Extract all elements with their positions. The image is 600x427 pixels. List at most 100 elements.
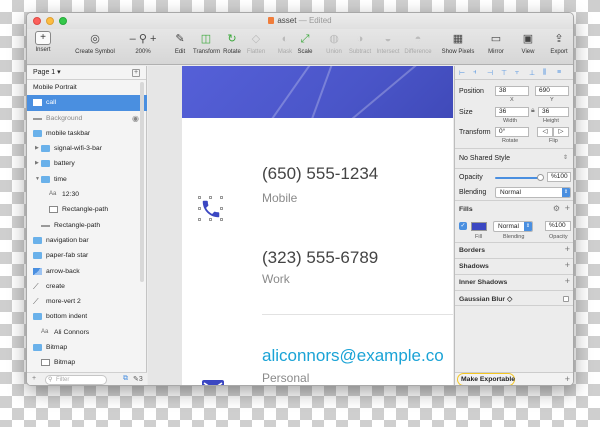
rotate-button[interactable]: ↻ Rotate: [221, 31, 243, 55]
layer-row[interactable]: ▶ signal-wifi-3-bar: [27, 141, 147, 156]
add-inner-shadow-button[interactable]: +: [565, 276, 570, 286]
canvas[interactable]: (650) 555-1234 Mobile (323) 555-6789 Wor…: [148, 66, 453, 385]
minimize-window-button[interactable]: [46, 17, 54, 25]
phone-icon[interactable]: [198, 196, 223, 221]
export-slices-icon[interactable]: ⧉: [123, 375, 128, 383]
fill-enabled-checkbox[interactable]: ✓: [459, 222, 467, 230]
align-bottom-icon[interactable]: ⊥: [529, 69, 535, 77]
align-center-icon[interactable]: ⫞: [473, 69, 477, 77]
align-top-icon[interactable]: ⊤: [501, 69, 507, 77]
selection-handle[interactable]: [198, 218, 201, 221]
shadows-section: Shadows +: [455, 258, 573, 274]
blending-dropdown[interactable]: Normal ⇕: [495, 187, 571, 198]
zoom-window-button[interactable]: [59, 17, 67, 25]
fill-color-swatch[interactable]: [471, 222, 487, 231]
flip-horizontal-button[interactable]: ◁: [537, 127, 553, 137]
layer-row[interactable]: paper-fab star: [27, 248, 147, 263]
difference-button[interactable]: ◓ Difference: [403, 31, 433, 55]
disclosure-open-icon[interactable]: ▼: [35, 172, 40, 187]
layers-scrollbar[interactable]: [140, 82, 144, 282]
layer-row[interactable]: Bitmap: [27, 355, 147, 370]
artboard-mobile-portrait[interactable]: (650) 555-1234 Mobile (323) 555-6789 Wor…: [182, 66, 453, 385]
shared-style-dropdown[interactable]: No Shared Style: [459, 155, 510, 162]
align-right-icon[interactable]: ⊣: [487, 69, 493, 77]
x-field[interactable]: 38: [495, 86, 529, 96]
layer-row[interactable]: Background ◉: [27, 111, 147, 126]
layer-row[interactable]: navigation bar: [27, 233, 147, 248]
distribute-horizontal-icon[interactable]: ⫼: [543, 69, 546, 77]
selection-handle[interactable]: [198, 196, 201, 199]
layer-row[interactable]: ▼ time: [27, 172, 147, 187]
y-field[interactable]: 690: [535, 86, 569, 96]
selection-handle[interactable]: [209, 196, 212, 199]
layer-row[interactable]: ⟋ create: [27, 279, 147, 294]
disclosure-closed-icon[interactable]: ▶: [35, 141, 39, 156]
edit-button[interactable]: ✎ Edit: [169, 31, 191, 55]
fill-opacity-field[interactable]: %100: [545, 221, 571, 231]
layer-row[interactable]: Aa Ali Connors: [27, 325, 147, 340]
flatten-button[interactable]: ◇ Flatten: [245, 31, 267, 55]
layer-label: more-vert 2: [46, 298, 81, 306]
zoom-in-button[interactable]: +: [150, 33, 156, 45]
mirror-button[interactable]: ▭ Mirror: [485, 31, 507, 55]
insert-button[interactable]: + Insert: [31, 31, 55, 53]
intersect-button[interactable]: ◒ Intersect: [375, 31, 401, 55]
add-fill-button[interactable]: +: [565, 203, 570, 213]
add-border-button[interactable]: +: [565, 244, 570, 254]
selection-handle[interactable]: [220, 218, 223, 221]
lock-ratio-icon[interactable]: 🔒︎: [531, 107, 535, 115]
layer-row[interactable]: ⟋ more-vert 2: [27, 294, 147, 309]
height-field[interactable]: 36: [538, 107, 569, 117]
slider-knob[interactable]: [537, 174, 544, 181]
fill-blend-dropdown[interactable]: Normal ⇕: [493, 221, 533, 232]
width-field[interactable]: 36: [495, 107, 529, 117]
gaussian-blur-dropdown[interactable]: Gaussian Blur ◇: [459, 295, 512, 303]
align-middle-icon[interactable]: ⫟: [515, 69, 519, 77]
page-selector[interactable]: Page 1 ▾ +: [27, 66, 146, 80]
selection-handle[interactable]: [198, 207, 201, 210]
layer-row[interactable]: Bitmap: [27, 340, 147, 355]
mask-button[interactable]: ◐ Mask: [275, 31, 295, 55]
layer-row[interactable]: Mobile Portrait: [27, 80, 147, 95]
make-exportable-button[interactable]: Make Exportable: [461, 376, 515, 383]
subtract-button[interactable]: ◑ Subtract: [347, 31, 373, 55]
flip-vertical-button[interactable]: ▷: [553, 127, 569, 137]
layer-row[interactable]: mobile taskbar: [27, 126, 147, 141]
add-export-button[interactable]: +: [565, 374, 570, 384]
selection-handle[interactable]: [220, 196, 223, 199]
align-left-icon[interactable]: ⊢: [459, 69, 465, 77]
blur-enabled-checkbox[interactable]: [563, 296, 569, 302]
add-shadow-button[interactable]: +: [565, 260, 570, 270]
zoom-control[interactable]: – ⚲ + 200%: [127, 31, 159, 55]
zoom-out-button[interactable]: –: [130, 33, 136, 45]
union-button[interactable]: ◍ Union: [323, 31, 345, 55]
create-symbol-button[interactable]: ◎ Create Symbol: [71, 31, 119, 55]
chevron-updown-icon[interactable]: ⇕: [563, 154, 568, 161]
visibility-eye-icon[interactable]: ◉: [132, 111, 139, 126]
add-page-button[interactable]: +: [132, 69, 140, 77]
selection-handle[interactable]: [220, 207, 223, 210]
rotate-field[interactable]: 0°: [495, 127, 529, 137]
layer-row[interactable]: Rectangle-path: [27, 218, 147, 233]
distribute-vertical-icon[interactable]: ≡: [557, 69, 561, 76]
show-pixels-button[interactable]: ▦ Show Pixels: [441, 31, 475, 55]
export-button[interactable]: ⇪ Export: [547, 31, 571, 55]
close-window-button[interactable]: [33, 17, 41, 25]
disclosure-closed-icon[interactable]: ▶: [35, 156, 39, 171]
layer-row[interactable]: arrow-back: [27, 264, 147, 279]
gear-icon[interactable]: ⚙: [553, 204, 560, 213]
mail-icon[interactable]: [202, 380, 224, 385]
layer-filter-input[interactable]: ⚲ Filter: [45, 375, 107, 385]
scale-button[interactable]: ⤢ Scale: [295, 31, 315, 55]
layer-row[interactable]: Rectangle-path: [27, 202, 147, 217]
layer-row[interactable]: bottom indent: [27, 309, 147, 324]
view-button[interactable]: ▣ View: [517, 31, 539, 55]
opacity-field[interactable]: %100: [547, 172, 571, 182]
selection-handle[interactable]: [209, 218, 212, 221]
layer-row[interactable]: Aa 12:30: [27, 187, 147, 202]
transform-button[interactable]: ◫ Transform: [193, 31, 220, 55]
add-layer-icon[interactable]: +: [32, 375, 36, 382]
layer-row[interactable]: call: [27, 95, 147, 111]
layer-row[interactable]: ▶ battery: [27, 156, 147, 171]
edit-count[interactable]: ✎3: [133, 375, 143, 383]
